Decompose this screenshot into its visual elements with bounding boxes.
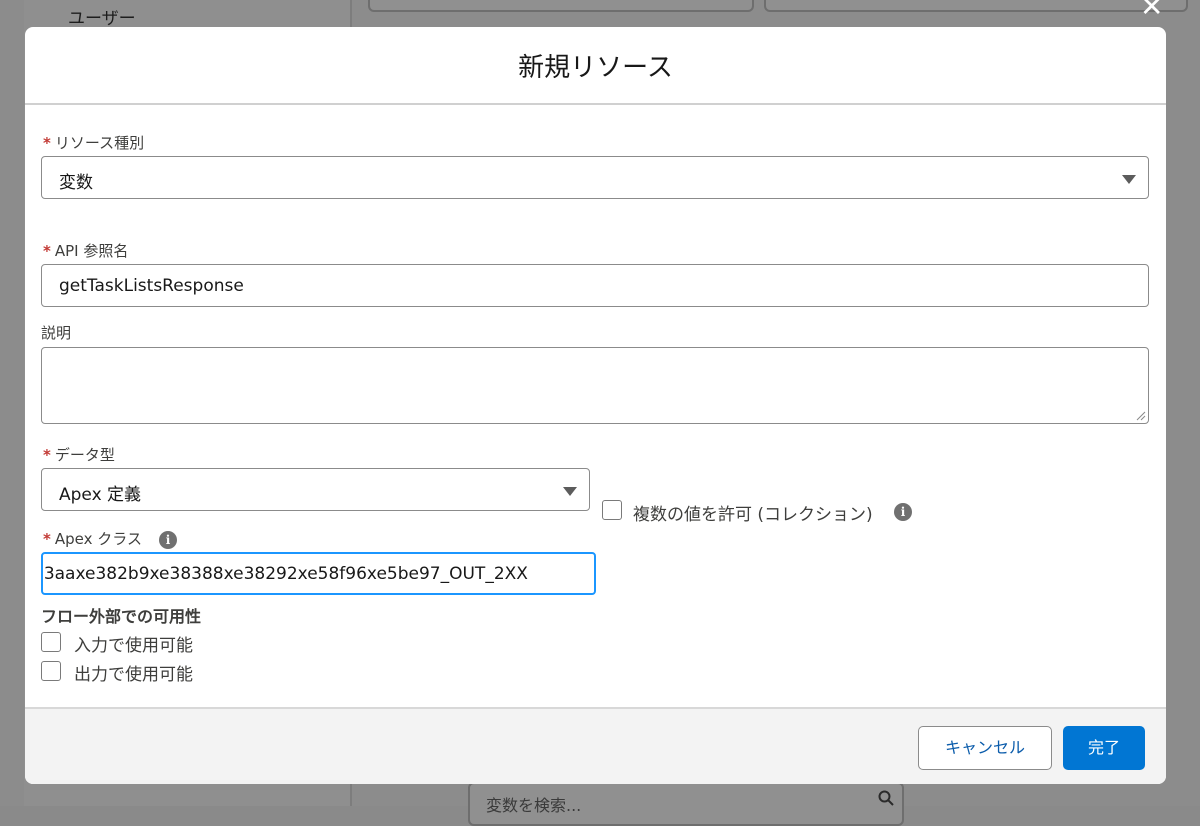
available-input-checkbox[interactable] bbox=[41, 632, 61, 652]
available-output-checkbox[interactable] bbox=[41, 661, 61, 681]
chevron-down-icon bbox=[1122, 175, 1136, 184]
allow-multiple-label[interactable]: 複数の値を許可 (コレクション) bbox=[633, 500, 873, 525]
resource-type-label: * リソース種別 bbox=[43, 132, 144, 153]
data-type-label-text: データ型 bbox=[54, 446, 115, 464]
background-close-icon: ✕ bbox=[1140, 0, 1164, 23]
search-icon bbox=[878, 790, 894, 806]
background-input bbox=[368, 0, 754, 12]
background-input bbox=[764, 0, 1188, 12]
info-icon[interactable]: i bbox=[159, 531, 177, 549]
resource-type-value: 変数 bbox=[59, 173, 93, 193]
apex-class-label: * Apex クラス bbox=[43, 528, 142, 549]
required-marker: * bbox=[43, 134, 51, 152]
modal-footer: キャンセル 完了 bbox=[25, 707, 1166, 784]
modal-header: 新規リソース bbox=[25, 27, 1166, 105]
resource-type-select[interactable]: 変数 bbox=[41, 156, 1149, 199]
search-placeholder: 変数を検索... bbox=[486, 796, 582, 815]
description-label: 説明 bbox=[41, 324, 72, 342]
chevron-down-icon bbox=[563, 487, 577, 496]
background-sidebar-label: ユーザー bbox=[68, 9, 136, 29]
new-resource-modal: 新規リソース * リソース種別 変数 * API 参照名 getTaskListsR… bbox=[25, 27, 1166, 784]
available-input-label[interactable]: 入力で使用可能 bbox=[74, 631, 193, 656]
required-marker: * bbox=[43, 242, 51, 260]
availability-section-title: フロー外部での可用性 bbox=[41, 607, 202, 626]
api-name-label-text: API 参照名 bbox=[54, 242, 129, 260]
cancel-button[interactable]: キャンセル bbox=[918, 726, 1052, 770]
required-marker: * bbox=[43, 530, 51, 548]
apex-class-input[interactable]: 83aaxe382b9xe38388xe38292xe58f96xe5be97_… bbox=[41, 552, 596, 595]
api-name-value: getTaskListsResponse bbox=[59, 276, 244, 296]
api-name-label: * API 参照名 bbox=[43, 240, 128, 261]
data-type-label: * データ型 bbox=[43, 444, 115, 465]
api-name-input[interactable]: getTaskListsResponse bbox=[41, 264, 1149, 307]
modal-body: * リソース種別 変数 * API 参照名 getTaskListsResponse… bbox=[25, 105, 1166, 705]
required-marker: * bbox=[43, 446, 51, 464]
allow-multiple-checkbox[interactable] bbox=[602, 500, 622, 520]
resource-type-label-text: リソース種別 bbox=[54, 134, 145, 152]
data-type-select[interactable]: Apex 定義 bbox=[41, 468, 590, 511]
apex-class-value: 83aaxe382b9xe38388xe38292xe58f96xe5be97_… bbox=[41, 564, 528, 584]
modal-title: 新規リソース bbox=[518, 52, 673, 83]
resize-grip-icon[interactable] bbox=[1136, 411, 1146, 421]
available-output-label[interactable]: 出力で使用可能 bbox=[74, 660, 193, 685]
background-search-input: 変数を検索... bbox=[468, 782, 904, 826]
info-icon[interactable]: i bbox=[894, 503, 912, 521]
apex-class-label-text: Apex クラス bbox=[54, 530, 142, 548]
data-type-value: Apex 定義 bbox=[59, 485, 142, 505]
description-textarea[interactable] bbox=[41, 347, 1149, 424]
done-button[interactable]: 完了 bbox=[1063, 726, 1145, 770]
